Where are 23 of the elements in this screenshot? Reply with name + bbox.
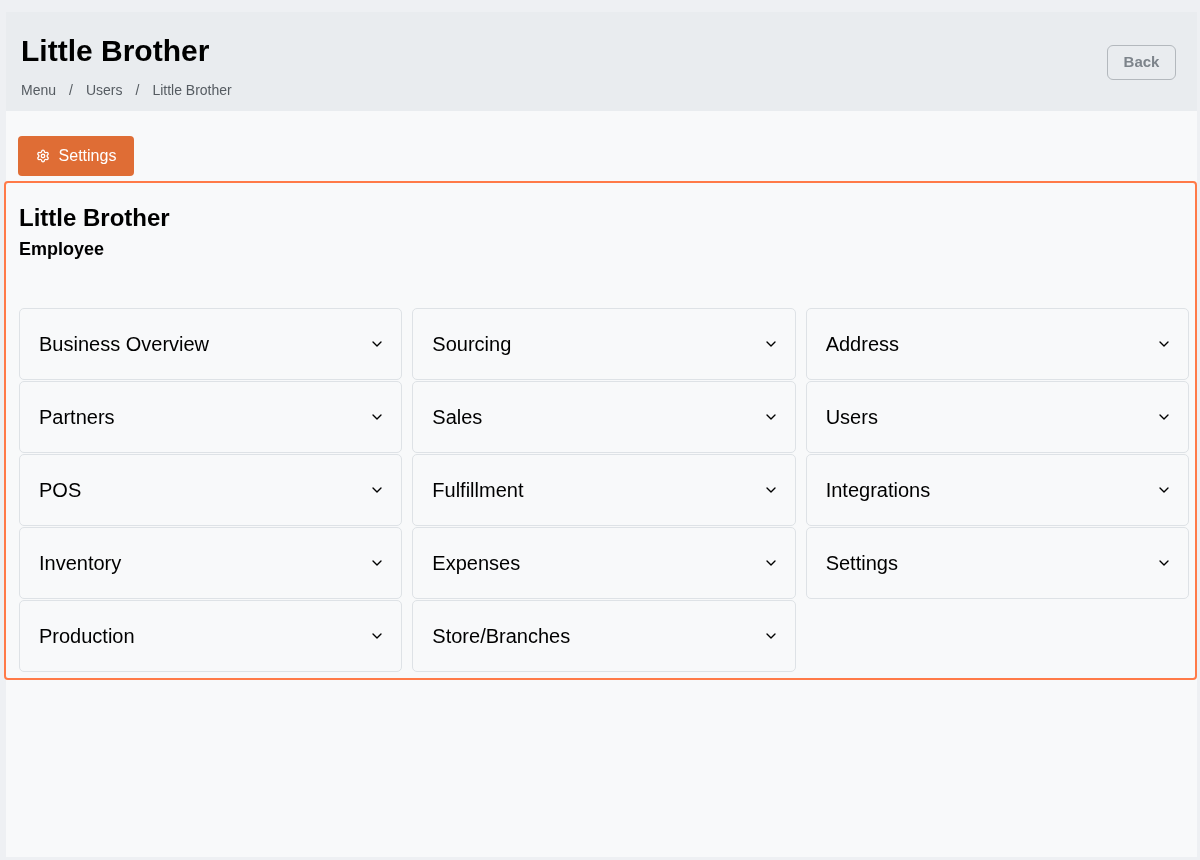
breadcrumb-separator: / [69,81,73,99]
accordion-header[interactable]: Address [805,308,1189,380]
breadcrumb-current: Little Brother [152,81,232,99]
employee-name: Little Brother [19,203,171,233]
page-title: Little Brother [21,34,211,68]
accordion-header[interactable]: Settings [805,527,1189,599]
accordion-header[interactable]: Store/Branches [412,600,796,672]
accordion-header[interactable]: Expenses [412,527,796,599]
accordion-header[interactable]: Fulfillment [412,454,796,526]
accordion-header[interactable]: POS [19,454,403,526]
accordion-header[interactable]: Sales [412,381,796,453]
breadcrumb-link[interactable]: Menu [21,81,57,99]
accordion-header[interactable]: Integrations [805,454,1189,526]
accordion-header[interactable]: Users [805,381,1189,453]
breadcrumb-link[interactable]: Users [85,81,123,99]
accordion-header[interactable]: Business Overview [19,308,403,380]
breadcrumb-separator: / [135,81,140,99]
accordion-header[interactable]: Inventory [19,527,403,599]
accordion-header[interactable]: Partners [19,381,403,453]
accordion-header[interactable]: Production [19,600,403,672]
employee-role: Employee [19,238,106,261]
settings-icon [35,149,50,163]
accordion-header[interactable]: Sourcing [412,308,796,380]
